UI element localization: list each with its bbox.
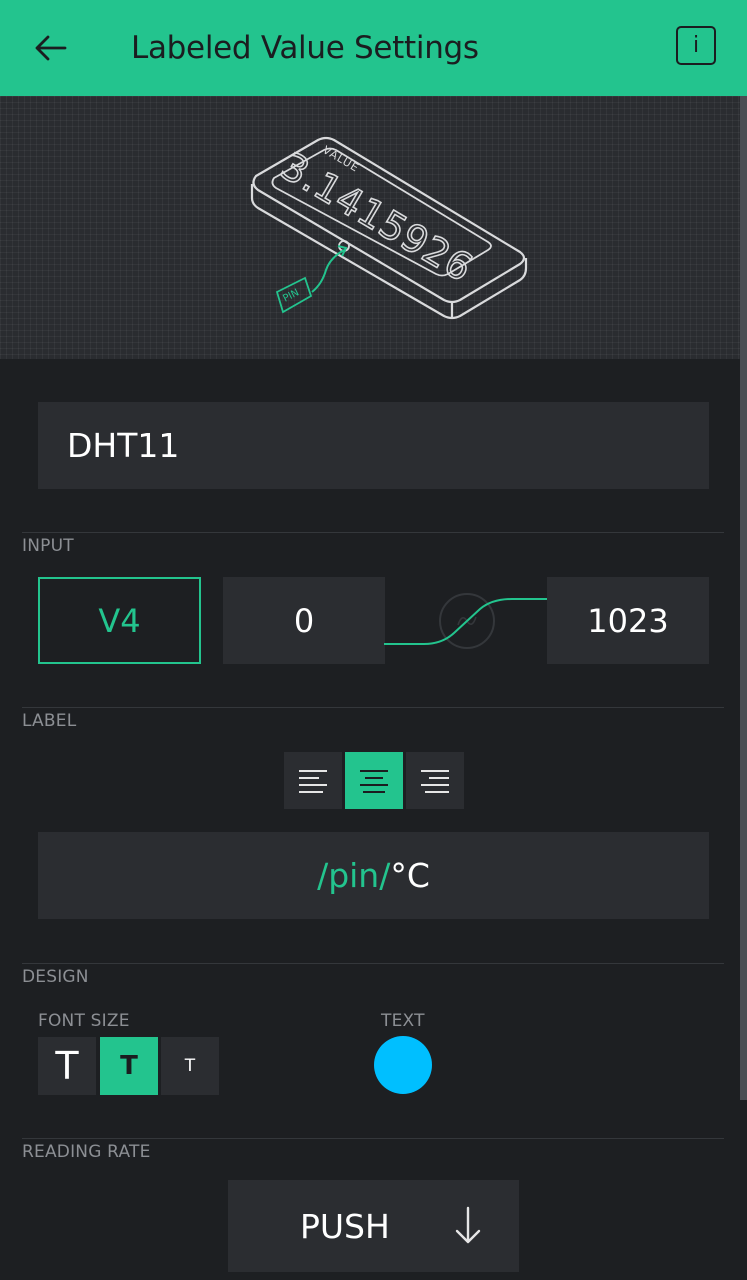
preview-pin-caption: PIN bbox=[281, 287, 301, 304]
widget-name-input[interactable]: DHT11 bbox=[38, 402, 709, 489]
reading-rate-value: PUSH bbox=[300, 1206, 390, 1246]
info-icon: i bbox=[692, 33, 700, 58]
scrollbar[interactable] bbox=[740, 96, 747, 1100]
divider bbox=[22, 707, 724, 708]
range-max-input[interactable]: 1023 bbox=[547, 577, 709, 664]
label-pin-token: /pin/ bbox=[317, 856, 391, 895]
text-color-swatch[interactable] bbox=[374, 1036, 432, 1094]
align-right-icon bbox=[421, 769, 449, 793]
range-min-input[interactable]: 0 bbox=[223, 577, 385, 664]
align-center-button[interactable] bbox=[345, 752, 403, 809]
label-section-label: LABEL bbox=[22, 711, 77, 731]
divider bbox=[22, 963, 724, 964]
widget-name-value: DHT11 bbox=[67, 426, 180, 465]
font-size-small-icon: T bbox=[184, 1056, 196, 1076]
mapping-curve-icon bbox=[384, 593, 548, 649]
font-size-small-button[interactable]: T bbox=[161, 1037, 219, 1095]
pin-value: V4 bbox=[98, 601, 141, 640]
back-button[interactable] bbox=[20, 24, 80, 72]
widget-preview: VALUE 3.1415926 PIN bbox=[0, 96, 740, 359]
align-right-button[interactable] bbox=[406, 752, 464, 809]
font-size-medium-button[interactable]: T bbox=[100, 1037, 158, 1095]
arrow-down-icon bbox=[455, 1206, 481, 1244]
font-size-large-button[interactable]: T bbox=[38, 1037, 96, 1095]
font-size-medium-icon: T bbox=[120, 1051, 138, 1081]
text-color-label: TEXT bbox=[381, 1011, 425, 1031]
pin-select-button[interactable]: V4 bbox=[38, 577, 201, 664]
label-input[interactable]: /pin/°C bbox=[38, 832, 709, 919]
range-min-value: 0 bbox=[293, 601, 315, 640]
label-suffix: °C bbox=[390, 856, 430, 895]
font-size-label: FONT SIZE bbox=[38, 1011, 130, 1031]
align-left-icon bbox=[299, 769, 327, 793]
arrow-left-icon bbox=[35, 35, 67, 61]
page-title: Labeled Value Settings bbox=[131, 30, 479, 66]
input-section-label: INPUT bbox=[22, 536, 74, 556]
divider bbox=[22, 532, 724, 533]
info-button[interactable]: i bbox=[676, 26, 716, 65]
labeled-value-illustration: VALUE 3.1415926 PIN bbox=[250, 136, 528, 320]
divider bbox=[22, 1138, 724, 1139]
design-section-label: DESIGN bbox=[22, 967, 89, 987]
range-max-value: 1023 bbox=[587, 601, 669, 640]
reading-rate-label: READING RATE bbox=[22, 1142, 151, 1162]
font-size-large-icon: T bbox=[55, 1044, 79, 1088]
align-center-icon bbox=[360, 769, 388, 793]
align-left-button[interactable] bbox=[284, 752, 342, 809]
